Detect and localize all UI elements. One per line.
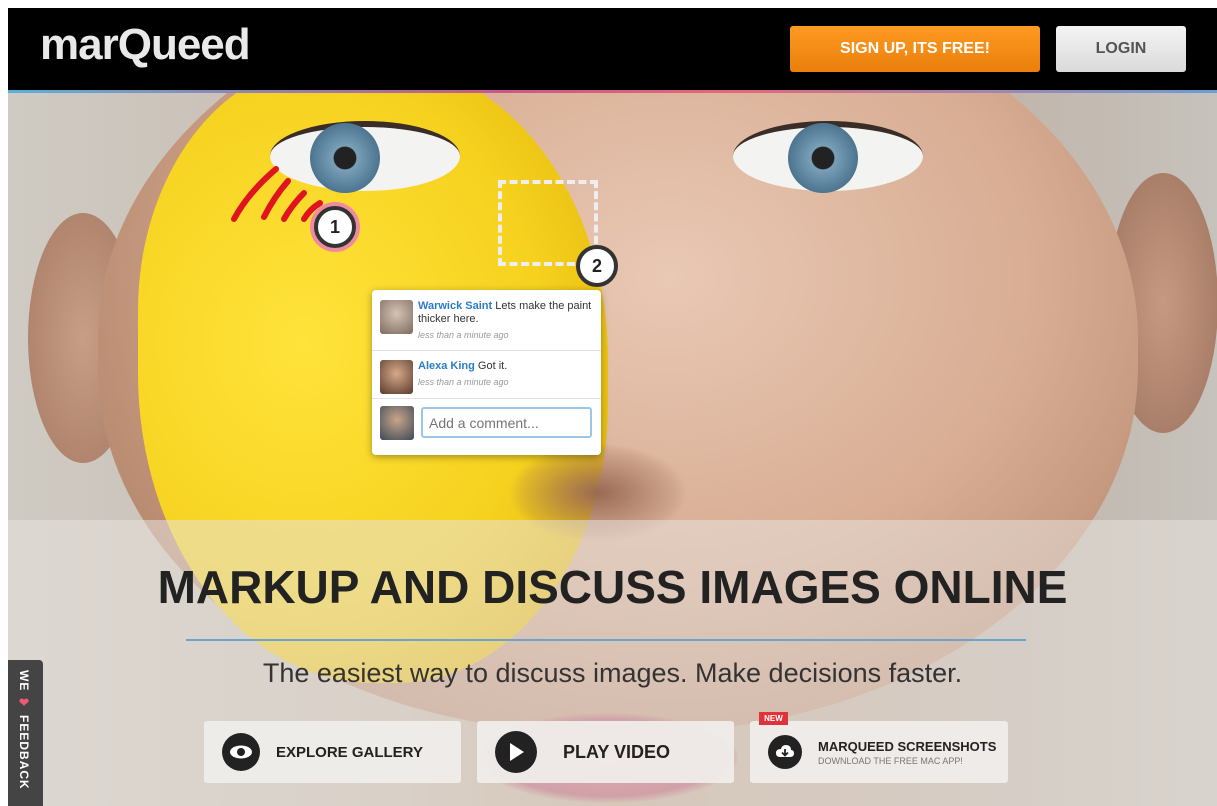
screenshots-sublabel: DOWNLOAD THE FREE MAC APP! [818,755,963,766]
headline-divider [186,639,1026,641]
avatar [380,300,413,334]
feedback-tab[interactable]: WE ❤ FEEDBACK [8,660,43,806]
eye-icon [222,733,260,771]
comment-time: less than a minute ago [418,330,509,340]
divider [372,350,601,351]
page: 1 2 Warwick Saint Lets make the paint th… [8,8,1217,806]
signup-button[interactable]: SIGN UP, ITS FREE! [790,26,1040,72]
comment-card: Warwick Saint Lets make the paint thicke… [372,290,601,455]
hero-eye-right [733,121,923,193]
divider [372,398,601,399]
comment-input[interactable] [421,407,592,438]
top-navbar: marQueed SIGN UP, ITS FREE! LOGIN [8,8,1217,90]
screenshots-title: MARQUEED SCREENSHOTS [818,738,997,754]
annotation-marker-2[interactable]: 2 [576,245,618,287]
comment-time: less than a minute ago [418,377,509,387]
page-headline: MARKUP AND DISCUSS IMAGES ONLINE [157,561,1068,613]
cloud-download-icon [768,735,802,769]
avatar [380,360,413,394]
heart-icon: ❤ [17,695,31,711]
comment-author[interactable]: Warwick Saint [418,300,492,312]
new-badge: NEW [759,712,788,725]
explore-gallery-button[interactable]: EXPLORE GALLERY [204,721,461,783]
feedback-tab-label: WE ❤ FEEDBACK [17,670,31,790]
play-icon [495,731,537,773]
logo[interactable]: marQueed [40,20,251,70]
marqueed-screenshots-button[interactable]: MARQUEED SCREENSHOTS DOWNLOAD THE FREE M… [750,721,1008,783]
annotation-marker-1[interactable]: 1 [314,206,356,248]
explore-gallery-label: EXPLORE GALLERY [276,743,423,761]
comment-input-row [380,406,595,440]
hero-image: 1 2 Warwick Saint Lets make the paint th… [8,93,1217,806]
marqueed-screenshots-label: MARQUEED SCREENSHOTS DOWNLOAD THE FREE M… [818,739,996,766]
current-user-avatar [380,406,414,440]
page-subheadline: The easiest way to discuss images. Make … [262,658,963,688]
header-accent-line [8,90,1217,93]
login-button[interactable]: LOGIN [1056,26,1186,72]
comment-author[interactable]: Alexa King [418,360,475,372]
comment-text: Got it. [477,360,508,372]
feedback-we: WE [17,670,31,692]
play-video-label: PLAY VIDEO [563,741,671,762]
feedback-label: FEEDBACK [17,715,31,790]
play-video-button[interactable]: PLAY VIDEO [477,721,734,783]
